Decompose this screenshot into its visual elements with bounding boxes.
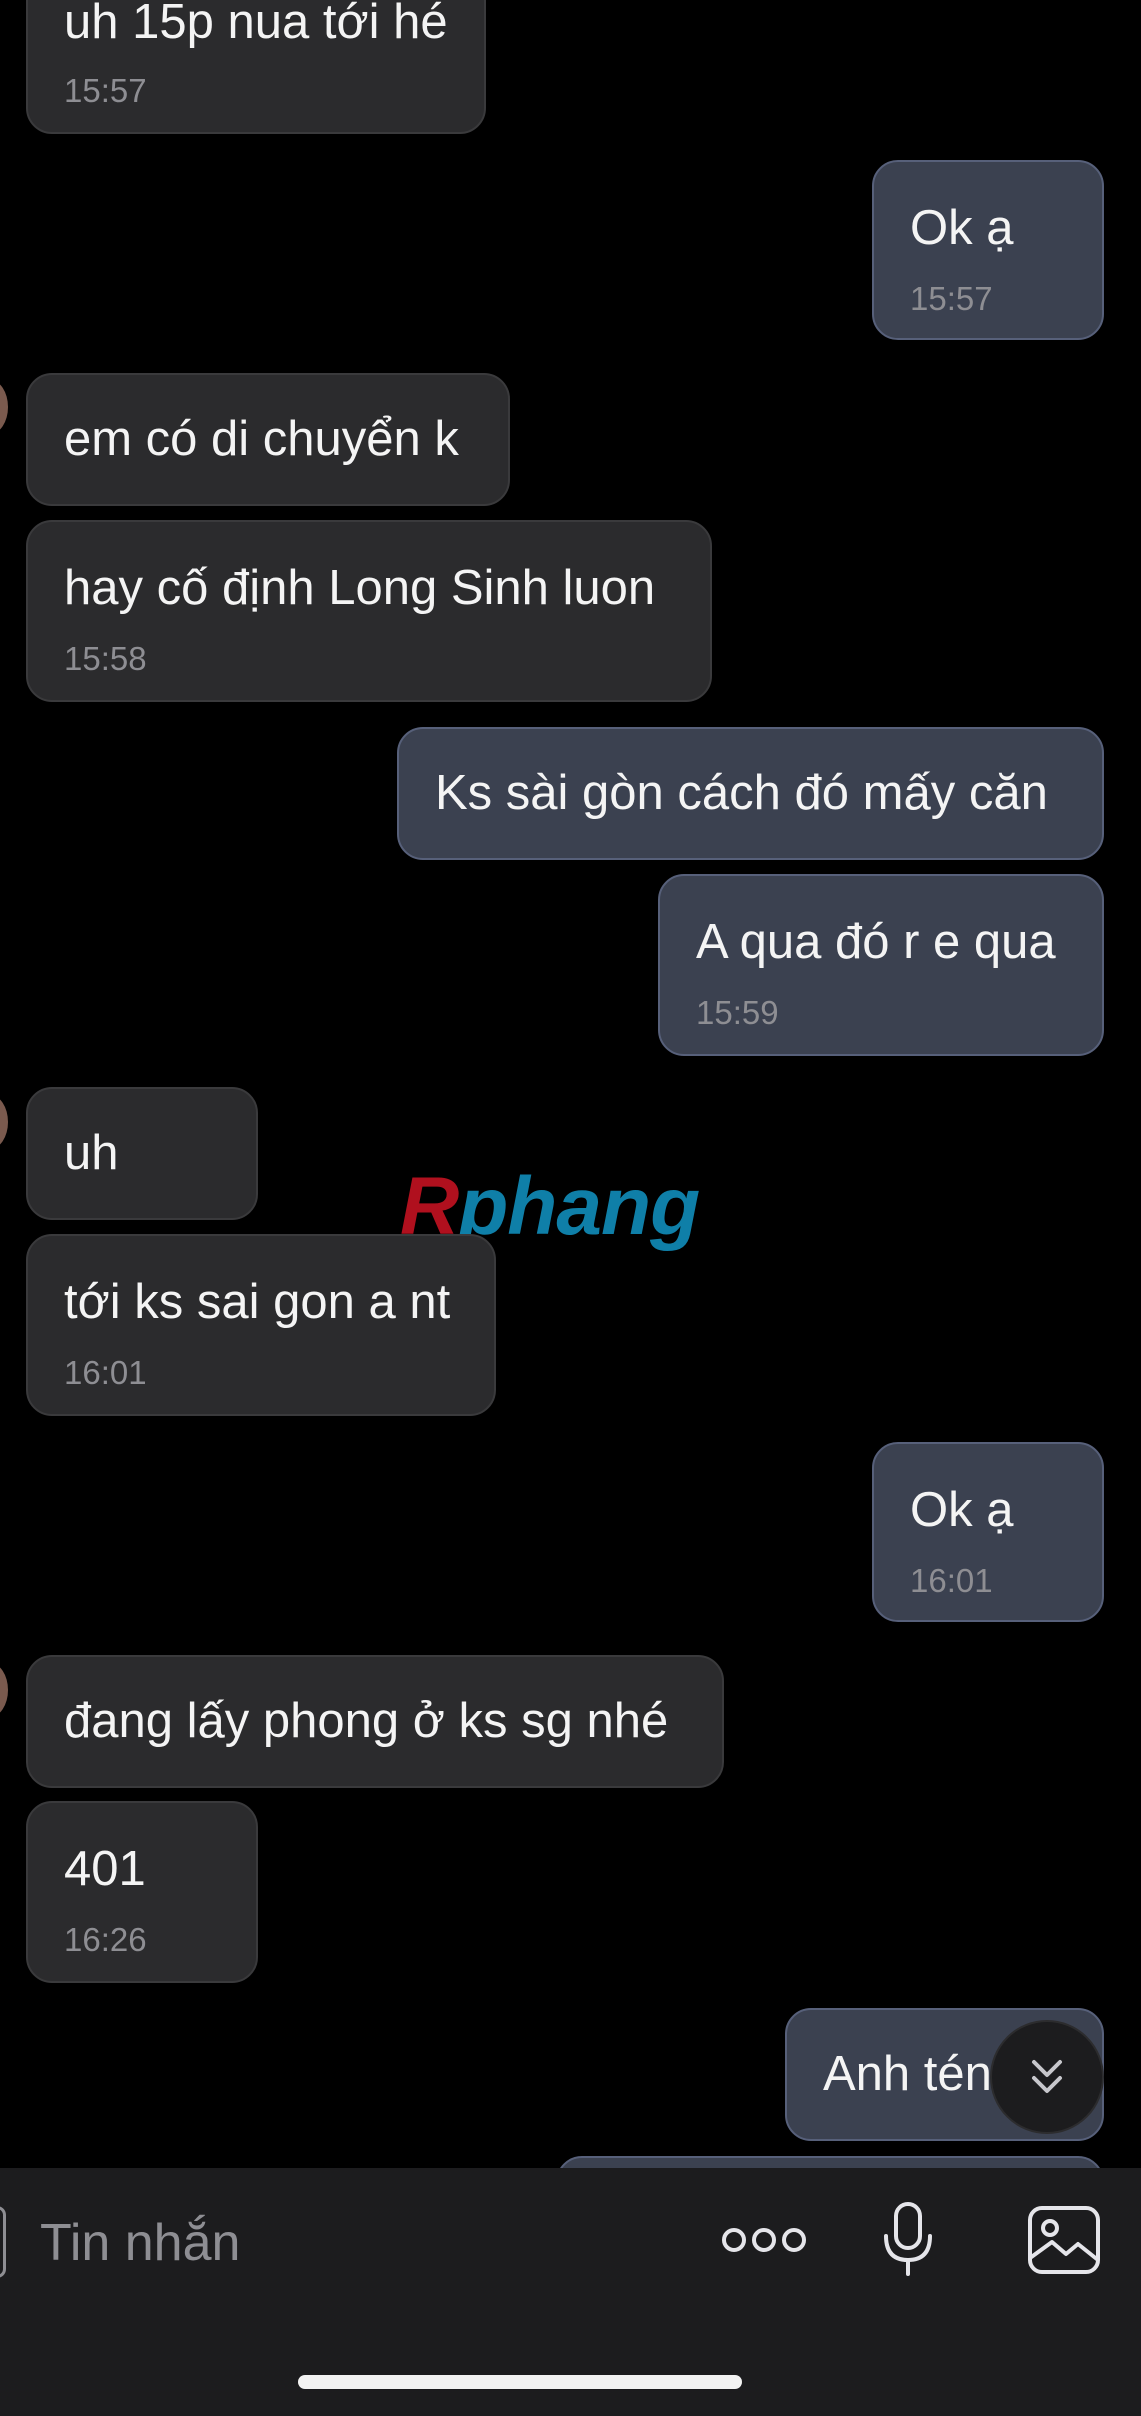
message-time: 16:01: [64, 1354, 147, 1391]
message-text: 401: [64, 1842, 146, 1896]
emoji-icon[interactable]: [0, 2206, 6, 2278]
message-input[interactable]: [40, 2208, 640, 2278]
message-outgoing[interactable]: A qua đó r e qua 15:59: [658, 874, 1104, 1056]
message-text: đang lấy phong ở ks sg nhé: [64, 1694, 669, 1748]
image-icon: [1028, 2206, 1100, 2274]
message-text: A qua đó r e qua: [696, 915, 1056, 969]
message-incoming[interactable]: tới ks sai gon a nt 16:01: [26, 1234, 496, 1416]
avatar: [0, 380, 8, 434]
message-time: 15:57: [64, 72, 147, 109]
message-outgoing[interactable]: Ks sài gòn cách đó mấy căn: [397, 727, 1104, 860]
message-time: 15:57: [910, 280, 993, 317]
message-text: uh: [64, 1126, 119, 1180]
home-indicator: [298, 2375, 742, 2389]
message-text: em có di chuyển k: [64, 412, 459, 466]
avatar: [0, 1095, 8, 1149]
message-text: Ok ạ: [910, 201, 1014, 255]
message-outgoing[interactable]: Ok ạ 16:01: [872, 1442, 1104, 1622]
message-text: Anh tén: [823, 2047, 992, 2101]
message-incoming[interactable]: uh 15p nua tới hé 15:57: [26, 0, 486, 134]
message-incoming[interactable]: uh: [26, 1087, 258, 1220]
message-time: 15:58: [64, 640, 147, 677]
more-icon: [722, 2228, 806, 2252]
message-time: 15:59: [696, 994, 779, 1031]
voice-record-button[interactable]: [880, 2200, 936, 2280]
more-button[interactable]: [718, 2210, 810, 2270]
message-text: uh 15p nua tới hé: [64, 0, 448, 49]
message-text: Ok ạ: [910, 1483, 1014, 1537]
scroll-to-bottom-button[interactable]: [990, 2020, 1104, 2134]
message-incoming[interactable]: 401 16:26: [26, 1801, 258, 1983]
message-time: 16:26: [64, 1921, 147, 1958]
message-incoming[interactable]: hay cố định Long Sinh luon 15:58: [26, 520, 712, 702]
message-time: 16:01: [910, 1562, 993, 1599]
microphone-icon: [884, 2202, 932, 2276]
message-incoming[interactable]: em có di chuyển k: [26, 373, 510, 506]
image-picker-button[interactable]: [1026, 2204, 1102, 2276]
chevron-double-down-icon: [1032, 2060, 1062, 2093]
message-incoming[interactable]: đang lấy phong ở ks sg nhé: [26, 1655, 724, 1788]
message-text: Ks sài gòn cách đó mấy căn: [435, 766, 1048, 820]
message-text: tới ks sai gon a nt: [64, 1275, 451, 1329]
avatar: [0, 1663, 8, 1717]
message-text: hay cố định Long Sinh luon: [64, 561, 656, 615]
message-outgoing[interactable]: Ok ạ 15:57: [872, 160, 1104, 340]
